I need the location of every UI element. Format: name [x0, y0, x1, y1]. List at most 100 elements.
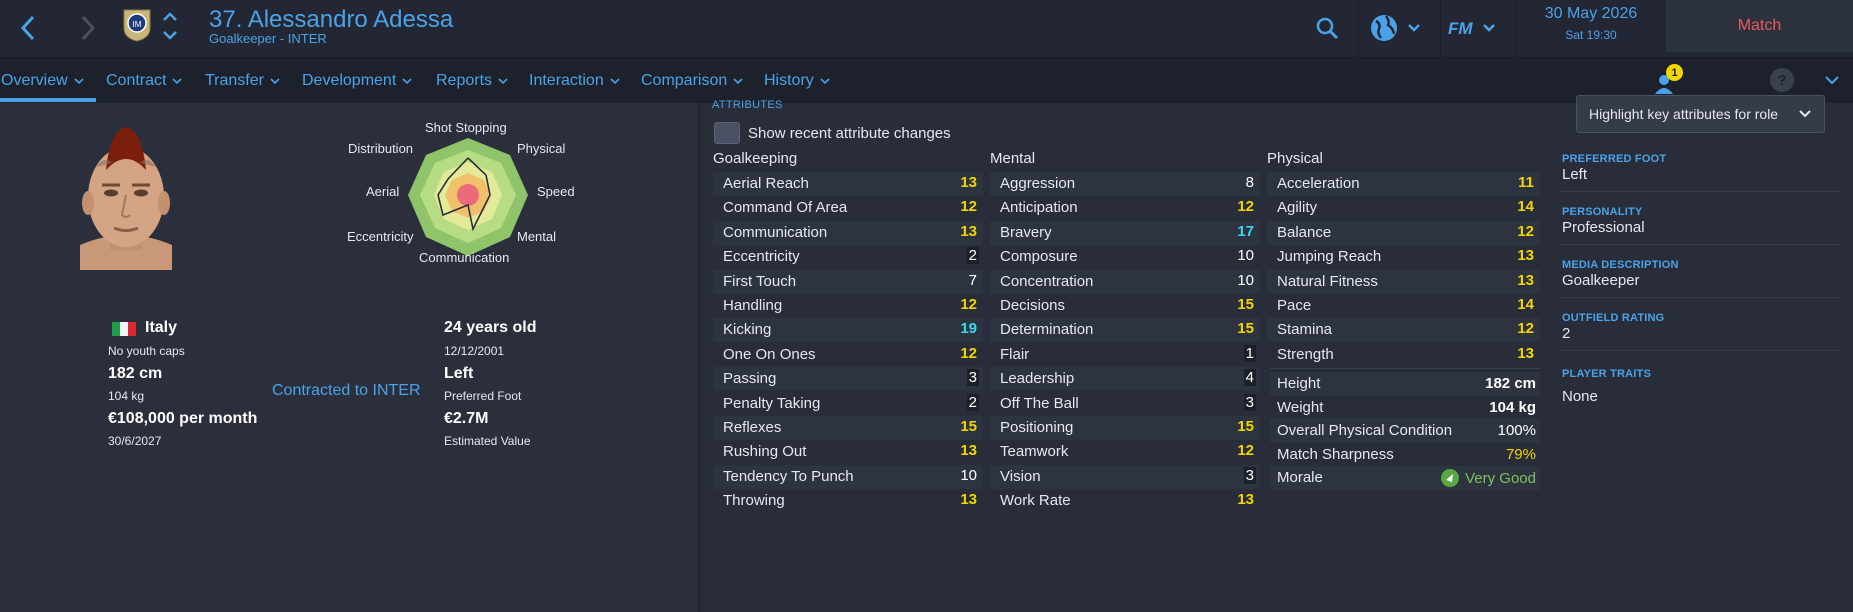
- attribute-name: Decisions: [1000, 297, 1066, 314]
- attribute-row[interactable]: Decisions 15: [990, 294, 1260, 318]
- current-date[interactable]: 30 May 2026: [1516, 5, 1666, 23]
- attribute-row[interactable]: Strength 13: [1267, 343, 1540, 367]
- attribute-name: Agility: [1277, 199, 1318, 217]
- attribute-row[interactable]: Off The Ball 3: [990, 392, 1260, 416]
- attribute-row[interactable]: Eccentricity 2: [713, 245, 983, 269]
- attribute-row[interactable]: Handling 12: [713, 294, 983, 318]
- attribute-value: 15: [1237, 320, 1254, 338]
- attribute-row[interactable]: Reflexes 15: [713, 416, 983, 440]
- attribute-value: 13: [1517, 271, 1534, 289]
- attribute-row[interactable]: Kicking 19: [713, 318, 983, 343]
- physical-stat-value: 182 cm: [1485, 375, 1536, 392]
- attribute-row[interactable]: Composure 10: [990, 245, 1260, 269]
- attribute-row[interactable]: Determination 15: [990, 318, 1260, 343]
- physical-stat-name: Height: [1277, 375, 1321, 392]
- attribute-value: 4: [1243, 369, 1256, 387]
- attribute-row[interactable]: Flair 1: [990, 343, 1260, 367]
- estimated-value-label: Estimated Value: [444, 434, 531, 448]
- attribute-name: One On Ones: [723, 345, 816, 363]
- fm-menu-icon[interactable]: FM: [1446, 8, 1502, 48]
- attribute-row[interactable]: Jumping Reach 13: [1267, 245, 1540, 269]
- attribute-row[interactable]: Passing 3: [713, 367, 983, 392]
- show-changes-checkbox[interactable]: [714, 122, 740, 144]
- attribute-value: 10: [1237, 247, 1254, 265]
- attribute-row[interactable]: Leadership 4: [990, 367, 1260, 392]
- attribute-row[interactable]: First Touch 7: [713, 269, 983, 294]
- personality-value: Professional: [1562, 219, 1645, 236]
- contracted-link[interactable]: Contracted to INTER: [272, 382, 421, 400]
- attribute-row[interactable]: Aerial Reach 13: [713, 172, 983, 196]
- attribute-row[interactable]: Concentration 10: [990, 269, 1260, 294]
- attribute-row[interactable]: Communication 13: [713, 220, 983, 245]
- attribute-name: Penalty Taking: [723, 394, 821, 412]
- contract-end: 30/6/2027: [108, 434, 162, 448]
- physical-stat-value: 79%: [1505, 446, 1536, 463]
- tab-label: Comparison: [641, 72, 728, 89]
- nationality[interactable]: Italy: [145, 319, 177, 337]
- tab-contract[interactable]: Contract: [106, 72, 183, 90]
- chevron-down-icon: [74, 78, 84, 85]
- player-switch-arrows-icon[interactable]: [160, 6, 180, 46]
- attribute-name: Concentration: [1000, 272, 1094, 290]
- tab-history[interactable]: History: [764, 72, 830, 90]
- club-badge-icon[interactable]: IM: [122, 8, 152, 42]
- attribute-row[interactable]: Vision 3: [990, 464, 1260, 489]
- player-subtitle[interactable]: Goalkeeper - INTER: [209, 31, 327, 46]
- media-description-value: Goalkeeper: [1562, 272, 1640, 289]
- attribute-row[interactable]: Work Rate 13: [990, 489, 1260, 513]
- attribute-row[interactable]: Acceleration 11: [1267, 172, 1540, 196]
- attribute-row[interactable]: Penalty Taking 2: [713, 392, 983, 416]
- match-button[interactable]: Match: [1666, 0, 1853, 52]
- attribute-row[interactable]: Agility 14: [1267, 196, 1540, 220]
- search-icon[interactable]: [1312, 8, 1342, 48]
- show-changes-label[interactable]: Show recent attribute changes: [748, 125, 951, 142]
- world-menu-icon[interactable]: [1368, 8, 1430, 48]
- attribute-row[interactable]: Positioning 15: [990, 416, 1260, 440]
- attribute-row[interactable]: Balance 12: [1267, 220, 1540, 245]
- attribute-name: Work Rate: [1000, 492, 1071, 510]
- attribute-row[interactable]: Teamwork 12: [990, 440, 1260, 464]
- forward-arrow-icon[interactable]: [70, 8, 106, 48]
- tab-overview[interactable]: Overview: [1, 72, 84, 90]
- chevron-down-icon[interactable]: [1824, 72, 1840, 88]
- tab-label: Transfer: [205, 72, 264, 89]
- svg-text:FM: FM: [1448, 19, 1473, 38]
- highlight-role-dropdown[interactable]: Highlight key attributes for role: [1576, 95, 1825, 133]
- attribute-row[interactable]: One On Ones 12: [713, 343, 983, 367]
- player-title[interactable]: 37. Alessandro Adessa: [209, 6, 453, 34]
- tab-transfer[interactable]: Transfer: [205, 72, 280, 90]
- attribute-value: 15: [1237, 296, 1254, 313]
- attribute-value: 3: [966, 369, 979, 387]
- player-overview: Italy No youth caps 182 cm 104 kg €108,0…: [0, 95, 1853, 612]
- attribute-name: Pace: [1277, 297, 1312, 314]
- attribute-name: Teamwork: [1000, 443, 1069, 461]
- attribute-row[interactable]: Command Of Area 12: [713, 196, 983, 220]
- tab-label: Reports: [436, 72, 493, 89]
- attribute-name: Passing: [723, 370, 777, 388]
- tab-comparison[interactable]: Comparison: [641, 72, 743, 90]
- tab-bar: Overview Contract Transfer Development R…: [0, 58, 1853, 103]
- tab-development[interactable]: Development: [302, 72, 412, 90]
- tab-interaction[interactable]: Interaction: [529, 72, 620, 90]
- attribute-row[interactable]: Anticipation 12: [990, 196, 1260, 220]
- physical-heading: Physical: [1267, 150, 1323, 167]
- attribute-row[interactable]: Stamina 12: [1267, 318, 1540, 343]
- preferred-foot-label: Preferred Foot: [444, 389, 522, 403]
- attribute-row[interactable]: Aggression 8: [990, 172, 1260, 196]
- attribute-name: Tendency To Punch: [723, 467, 854, 485]
- attribute-row[interactable]: Rushing Out 13: [713, 440, 983, 464]
- attribute-row[interactable]: Throwing 13: [713, 489, 983, 513]
- physical-stat-name: Match Sharpness: [1277, 446, 1394, 463]
- help-icon[interactable]: ?: [1770, 68, 1794, 92]
- divider: [1560, 244, 1840, 245]
- scout-alert-icon[interactable]: 1: [1652, 64, 1683, 98]
- attribute-row[interactable]: Bravery 17: [990, 220, 1260, 245]
- back-arrow-icon[interactable]: [10, 8, 46, 48]
- attribute-row[interactable]: Pace 14: [1267, 294, 1540, 318]
- preferred-foot-value: Left: [444, 365, 474, 382]
- attribute-row[interactable]: Tendency To Punch 10: [713, 464, 983, 489]
- attribute-row[interactable]: Natural Fitness 13: [1267, 269, 1540, 294]
- attribute-name: Eccentricity: [723, 248, 800, 266]
- attribute-name: Acceleration: [1277, 175, 1360, 192]
- tab-reports[interactable]: Reports: [436, 72, 508, 90]
